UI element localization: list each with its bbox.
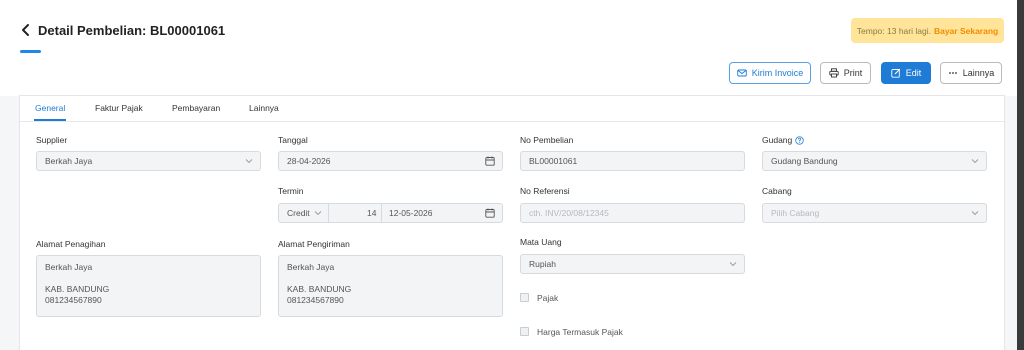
alamat-line: 081234567890	[45, 295, 102, 305]
cabang-placeholder: Pilih Cabang	[771, 208, 820, 218]
alamat-pengiriman-label: Alamat Pengiriman	[278, 239, 350, 249]
kirim-invoice-label: Kirim Invoice	[751, 68, 804, 78]
harga-termasuk-pajak-checkbox[interactable]	[520, 327, 529, 336]
lainnya-label: Lainnya	[962, 68, 995, 78]
harga-termasuk-pajak-label: Harga Termasuk Pajak	[537, 327, 623, 337]
tab-pembayaran[interactable]: Pembayaran	[172, 103, 220, 113]
no-referensi-input[interactable]: cth. INV/20/08/12345	[520, 203, 745, 223]
help-icon[interactable]	[795, 135, 804, 145]
mail-icon	[736, 69, 747, 77]
mata-uang-label: Mata Uang	[520, 237, 562, 247]
supplier-select[interactable]: Berkah Jaya	[36, 151, 261, 171]
more-dots-icon	[948, 72, 957, 74]
gudang-label: Gudang	[762, 135, 793, 145]
termin-label: Termin	[278, 186, 304, 196]
termin-divider	[328, 204, 329, 222]
tanggal-label: Tanggal	[278, 135, 308, 145]
termin-due-date[interactable]: 12-05-2026	[389, 208, 432, 218]
no-referensi-label: No Referensi	[520, 186, 570, 196]
chevron-down-icon	[245, 159, 253, 164]
chevron-down-icon	[971, 159, 979, 164]
tempo-notice: Tempo: 13 hari lagi. Bayar Sekarang	[851, 18, 1004, 43]
alamat-pengiriman-textarea[interactable]: Berkah Jaya KAB. BANDUNG 081234567890	[278, 255, 503, 317]
back-arrow-icon[interactable]	[19, 20, 33, 40]
printer-icon	[829, 68, 839, 78]
pajak-checkbox[interactable]	[520, 293, 529, 302]
no-pembelian-value: BL00001061	[529, 156, 578, 166]
no-pembelian-label: No Pembelian	[520, 135, 574, 145]
edit-button[interactable]: Edit	[881, 62, 931, 84]
no-referensi-placeholder: cth. INV/20/08/12345	[529, 208, 609, 218]
alamat-penagihan-label: Alamat Penagihan	[36, 239, 106, 249]
tanggal-value: 28-04-2026	[287, 156, 331, 166]
tab-faktur-pajak[interactable]: Faktur Pajak	[95, 103, 143, 113]
edit-label: Edit	[905, 68, 922, 78]
calendar-icon[interactable]	[485, 208, 495, 218]
print-label: Print	[843, 68, 863, 78]
pajak-label: Pajak	[537, 293, 559, 303]
cabang-label: Cabang	[762, 186, 792, 196]
supplier-value: Berkah Jaya	[45, 156, 93, 166]
alamat-line: Berkah Jaya	[287, 262, 335, 272]
calendar-icon[interactable]	[485, 156, 495, 166]
mata-uang-select[interactable]: Rupiah	[520, 254, 745, 274]
detail-card: General Faktur Pajak Pembayaran Lainnya …	[19, 95, 1005, 350]
page-title: Detail Pembelian: BL00001061	[38, 23, 226, 38]
bayar-sekarang-link[interactable]: Bayar Sekarang	[934, 26, 998, 36]
alamat-penagihan-textarea[interactable]: Berkah Jaya KAB. BANDUNG 081234567890	[36, 255, 261, 317]
lainnya-button[interactable]: Lainnya	[940, 62, 1002, 84]
gudang-label-row: Gudang	[762, 135, 804, 145]
gudang-select[interactable]: Gudang Bandung	[762, 151, 987, 171]
tab-bar: General Faktur Pajak Pembayaran Lainnya	[20, 96, 1004, 122]
alamat-line: KAB. BANDUNG	[45, 284, 110, 294]
print-button[interactable]: Print	[820, 62, 871, 84]
alamat-line: 081234567890	[287, 295, 344, 305]
tanggal-date-input[interactable]: 28-04-2026	[278, 151, 503, 171]
chevron-down-icon	[314, 211, 322, 216]
chevron-down-icon	[971, 211, 979, 216]
page-header: Detail Pembelian: BL00001061 Tempo: 13 h…	[0, 0, 1017, 96]
tempo-text: Tempo: 13 hari lagi.	[856, 25, 931, 36]
no-pembelian-field[interactable]: BL00001061	[520, 151, 745, 171]
termin-divider	[381, 204, 382, 222]
gudang-value: Gudang Bandung	[771, 156, 838, 166]
mata-uang-value: Rupiah	[529, 259, 556, 269]
alamat-line: Berkah Jaya	[45, 262, 93, 272]
termin-days-input[interactable]: 14	[367, 208, 376, 218]
active-tab-indicator	[34, 119, 66, 121]
tab-general[interactable]: General	[35, 103, 65, 113]
page-scrollbar[interactable]	[1017, 0, 1024, 350]
tab-lainnya[interactable]: Lainnya	[249, 103, 279, 113]
kirim-invoice-button[interactable]: Kirim Invoice	[729, 62, 811, 84]
termin-group: Credit 14 12-05-2026	[278, 203, 503, 223]
termin-type-value[interactable]: Credit	[287, 208, 310, 218]
cabang-select[interactable]: Pilih Cabang	[762, 203, 987, 223]
chevron-down-icon	[729, 262, 737, 267]
supplier-label: Supplier	[36, 135, 68, 145]
alamat-line: KAB. BANDUNG	[287, 284, 352, 294]
title-underline	[20, 50, 41, 53]
edit-icon	[891, 68, 900, 78]
